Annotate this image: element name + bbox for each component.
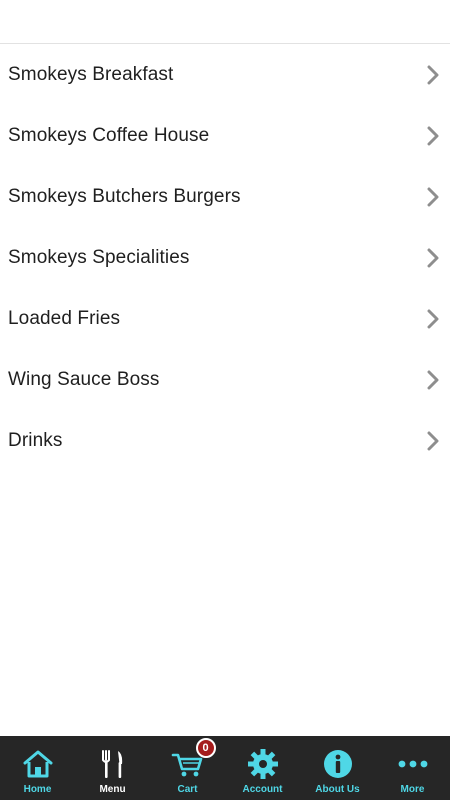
category-item-drinks[interactable]: Drinks (0, 410, 450, 471)
category-label: Smokeys Specialities (8, 246, 190, 268)
info-icon (323, 750, 352, 778)
tab-account[interactable]: Account (225, 736, 300, 800)
chevron-right-icon (427, 309, 439, 328)
tab-more-label: More (400, 784, 425, 795)
category-item-smokeys-breakfast[interactable]: Smokeys Breakfast (0, 44, 450, 105)
category-item-smokeys-butchers-burgers[interactable]: Smokeys Butchers Burgers (0, 166, 450, 227)
tab-about-us-label: About Us (315, 784, 360, 795)
tab-about-us[interactable]: About Us (300, 736, 375, 800)
category-label: Wing Sauce Boss (8, 368, 160, 390)
chevron-right-icon (427, 431, 439, 450)
chevron-right-icon (427, 370, 439, 389)
tab-menu[interactable]: Menu (75, 736, 150, 800)
category-item-smokeys-specialities[interactable]: Smokeys Specialities (0, 227, 450, 288)
home-icon (23, 750, 52, 778)
chevron-right-icon (427, 65, 439, 84)
tab-menu-label: Menu (99, 784, 126, 795)
category-item-loaded-fries[interactable]: Loaded Fries (0, 288, 450, 349)
gear-icon (247, 749, 278, 779)
category-list: Smokeys Breakfast Smokeys Coffee House S… (0, 44, 450, 471)
tab-account-label: Account (242, 784, 283, 795)
tab-home-label: Home (23, 784, 52, 795)
chevron-right-icon (427, 126, 439, 145)
category-label: Loaded Fries (8, 307, 121, 329)
category-item-wing-sauce-boss[interactable]: Wing Sauce Boss (0, 349, 450, 410)
top-header-bar (0, 0, 450, 44)
category-label: Smokeys Coffee House (8, 124, 210, 146)
tab-more[interactable]: More (375, 736, 450, 800)
fork-knife-icon (101, 750, 122, 778)
tab-home[interactable]: Home (0, 736, 75, 800)
bottom-tab-bar: Home Menu 0 Cart Account About Us More (0, 736, 450, 800)
cart-count-badge: 0 (195, 738, 216, 758)
chevron-right-icon (427, 187, 439, 206)
category-label: Smokeys Butchers Burgers (8, 185, 241, 207)
more-dots-icon (398, 760, 427, 768)
category-label: Smokeys Breakfast (8, 63, 174, 85)
category-label: Drinks (8, 429, 63, 451)
tab-cart-label: Cart (177, 784, 198, 795)
category-item-smokeys-coffee-house[interactable]: Smokeys Coffee House (0, 105, 450, 166)
tab-cart[interactable]: 0 Cart (150, 736, 225, 800)
chevron-right-icon (427, 248, 439, 267)
